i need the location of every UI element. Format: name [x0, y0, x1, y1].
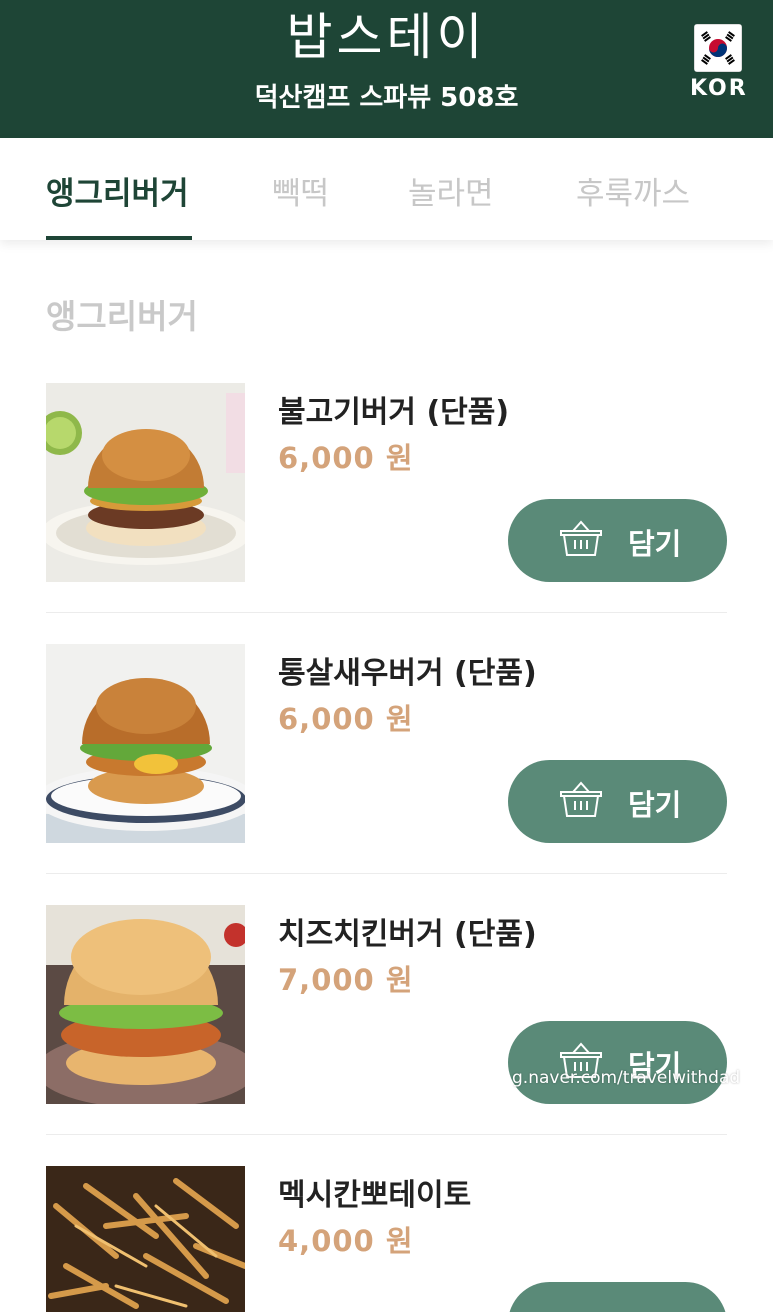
language-selector[interactable]: KOR [690, 24, 746, 101]
section-title: 앵그리버거 [46, 297, 198, 336]
item-divider [46, 873, 727, 874]
menu-item-price: 6,000 원 [278, 702, 414, 736]
watermark-text: g.naver.com/travelwithdad [512, 1068, 741, 1088]
tab-huruk-katsu[interactable]: 후룩까스 [576, 168, 690, 213]
menu-item-name: 불고기버거 (단품) [278, 395, 510, 430]
add-to-cart-label: 담기 [628, 527, 682, 561]
add-to-cart-button[interactable]: 담기 [508, 499, 727, 582]
korea-flag-icon [694, 24, 742, 72]
menu-item: 불고기버거 (단품) 6,000 원 담기 [46, 383, 727, 583]
menu-item-price: 6,000 원 [278, 441, 414, 475]
menu-item-name: 치즈치킨버거 (단품) [278, 917, 537, 952]
menu-item-price: 4,000 원 [278, 1224, 414, 1258]
item-divider [46, 612, 727, 613]
add-to-cart-label: 담기 [628, 788, 682, 822]
add-to-cart-button[interactable]: 담기 [508, 1021, 727, 1104]
menu-item-price: 7,000 원 [278, 963, 414, 997]
cheese-chicken-burger-photo[interactable] [46, 905, 245, 1104]
brand-logo: 밥스테이 [286, 8, 487, 66]
menu-item-name: 통살새우버거 (단품) [278, 656, 537, 691]
basket-icon [558, 780, 604, 824]
language-code: KOR [690, 76, 748, 101]
add-to-cart-button[interactable] [508, 1282, 727, 1312]
active-tab-indicator [46, 236, 192, 240]
shrimp-burger-photo[interactable] [46, 644, 245, 843]
item-divider [46, 1134, 727, 1135]
tab-nolla-myeon[interactable]: 놀라면 [408, 168, 494, 213]
app-header: 밥스테이 덕산캠프 스파뷰 508호 KOR [0, 0, 773, 138]
mexican-potato-photo[interactable] [46, 1166, 245, 1312]
tab-angry-burger[interactable]: 앵그리버거 [46, 168, 189, 213]
add-to-cart-button-clip [508, 1282, 727, 1312]
basket-icon [558, 519, 604, 563]
tab-bbaek-tteok[interactable]: 빽떡 [272, 168, 329, 213]
add-to-cart-button[interactable]: 담기 [508, 760, 727, 843]
category-tabs: 앵그리버거 빽떡 놀라면 후룩까스 [0, 138, 773, 240]
bulgogi-burger-photo[interactable] [46, 383, 245, 582]
menu-item-name: 멕시칸뽀테이토 [278, 1178, 472, 1213]
menu-item: 멕시칸뽀테이토 4,000 원 [46, 1166, 727, 1312]
store-location-label: 덕산캠프 스파뷰 508호 [254, 83, 519, 113]
menu-item: 통살새우버거 (단품) 6,000 원 담기 [46, 644, 727, 844]
